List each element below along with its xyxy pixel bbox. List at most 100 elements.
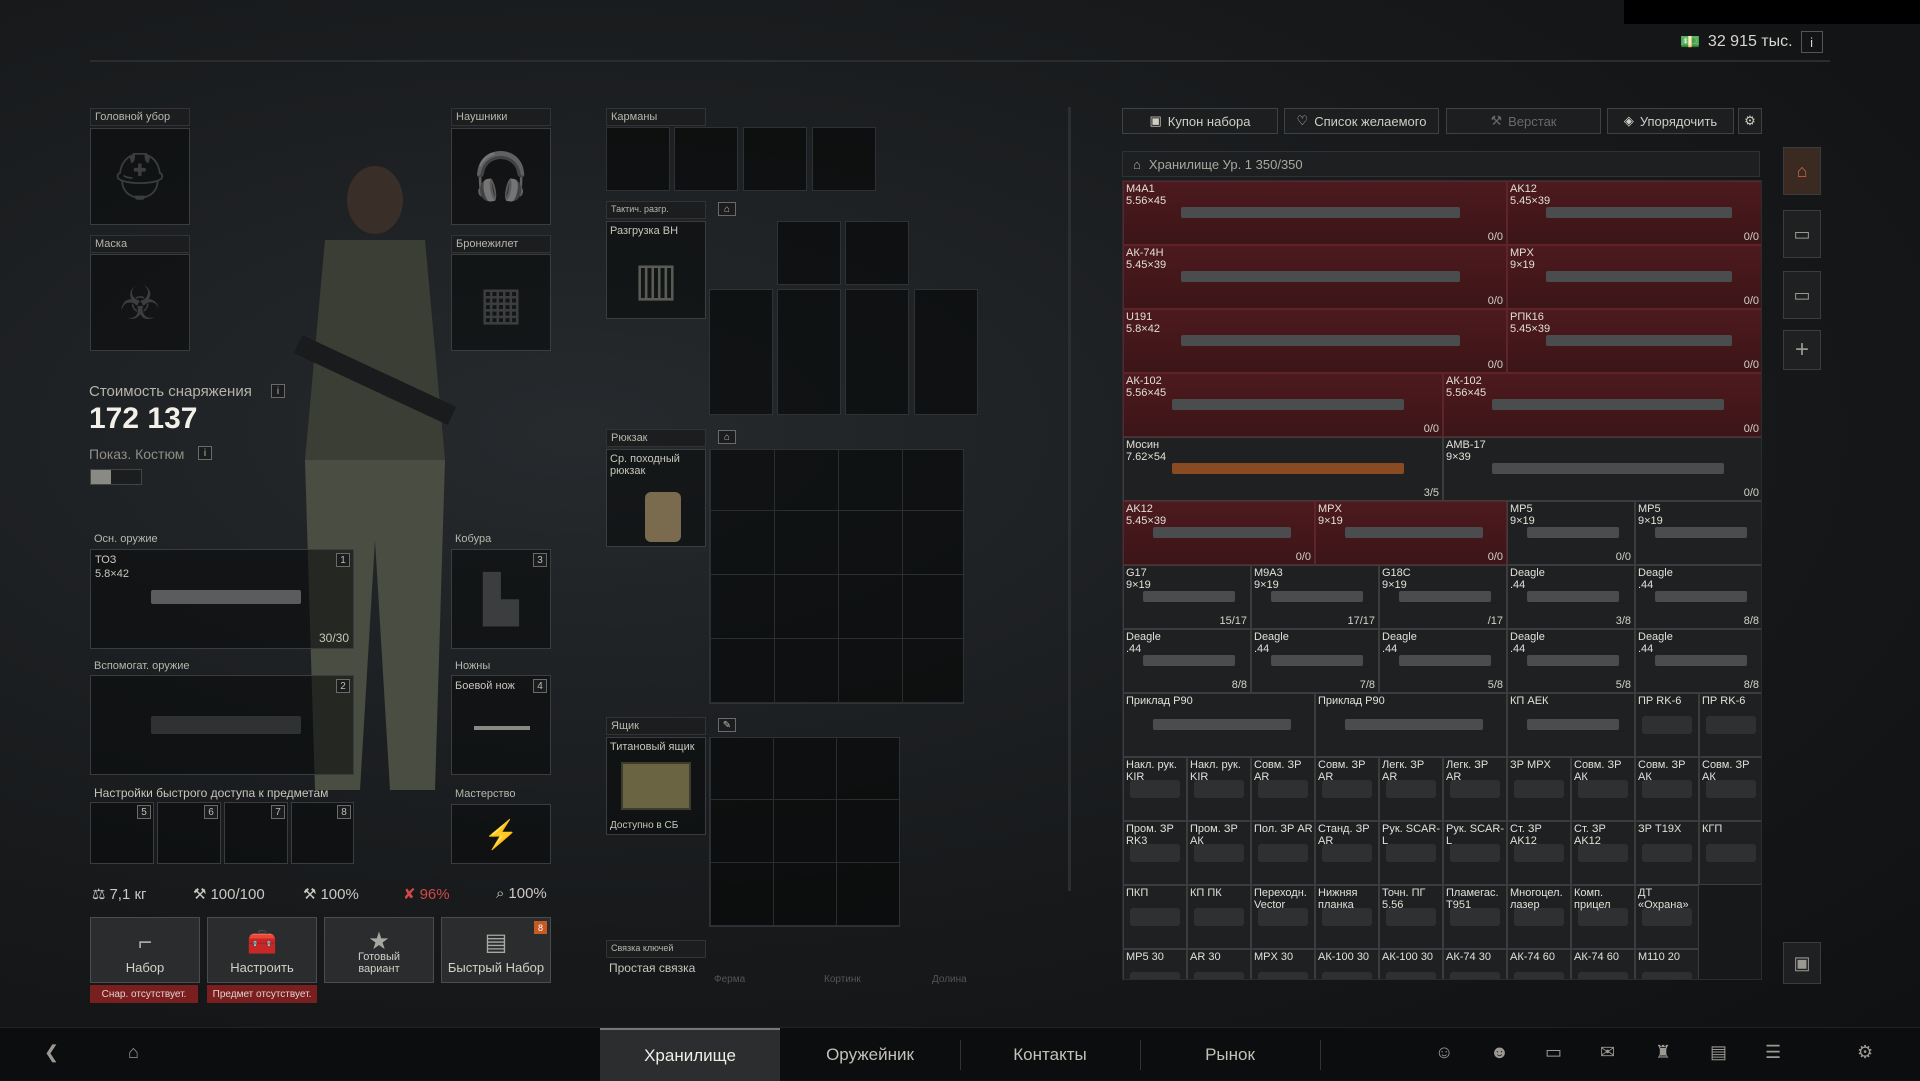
stash-item[interactable]: Переходн. Vector [1251, 885, 1315, 949]
stash-item[interactable]: Совм. ЗР AR [1251, 757, 1315, 821]
stash-item[interactable]: AMB-17 9×39 0/0 [1443, 437, 1761, 501]
stash-item[interactable]: Рук. SCAR- L [1443, 821, 1507, 885]
stash-item[interactable]: Накл. рук. KIR [1187, 757, 1251, 821]
stash-item[interactable]: M9A3 9×19 17/17 [1251, 565, 1379, 629]
stash-bottom-button[interactable]: ▣ [1783, 942, 1821, 984]
stash-item[interactable]: АК-102 5.56×45 0/0 [1443, 373, 1761, 437]
home-icon[interactable]: ⌂ [128, 1042, 139, 1063]
stash-item[interactable]: MPX 9×19 0/0 [1507, 245, 1761, 309]
rig-cell[interactable] [709, 289, 773, 415]
stash-item[interactable]: Станд. ЗР AR [1315, 821, 1379, 885]
key-slot-3[interactable]: Долина [932, 974, 967, 985]
stash-item[interactable]: АК-74 60 [1571, 949, 1635, 979]
stash-item[interactable]: U191 5.8×42 0/0 [1123, 309, 1507, 373]
costume-toggle[interactable] [90, 469, 142, 485]
stash-item[interactable]: КП АЕК [1507, 693, 1635, 757]
secondary-weapon-slot[interactable]: 2 [90, 675, 354, 775]
costume-info-icon[interactable]: i [198, 446, 212, 460]
stash-item[interactable]: АК-100 30 [1315, 949, 1379, 979]
tasks-icon[interactable]: ☰ [1765, 1042, 1781, 1063]
stash-item[interactable]: M110 20 [1635, 949, 1699, 979]
headset-slot[interactable]: 🎧 [451, 128, 551, 225]
stash-item[interactable]: АК-74 60 [1507, 949, 1571, 979]
stash-item[interactable]: Совм. ЗР AR [1315, 757, 1379, 821]
stash-item[interactable]: Легк. ЗР AR [1379, 757, 1443, 821]
primary-weapon-slot[interactable]: ТОЗ 5.8×42 1 30/30 [90, 549, 354, 649]
quick-slot-7[interactable]: 7 [224, 802, 288, 864]
stash-item[interactable]: Совм. ЗР АК [1635, 757, 1699, 821]
stash-item[interactable]: Комп. прицел [1571, 885, 1635, 949]
stash-item[interactable]: MP5 30 [1123, 949, 1187, 979]
chat-icon[interactable]: ▭ [1545, 1042, 1562, 1063]
stash-item[interactable]: Deagle .44 8/8 [1635, 629, 1761, 693]
stash-item[interactable]: MP5 9×19 0/0 [1507, 501, 1635, 565]
quick-loadout-button[interactable]: ▤ Быстрый Набор 8 [441, 917, 551, 983]
stash-item[interactable]: ПР RK-6 [1635, 693, 1699, 757]
workbench-button[interactable]: ⚒ Верстак [1446, 108, 1601, 134]
mail-icon[interactable]: ✉ [1600, 1042, 1615, 1063]
profile-icon[interactable]: ☻ [1490, 1042, 1509, 1063]
stash-item[interactable]: AK12 5.45×39 0/0 [1123, 501, 1315, 565]
stash-item[interactable]: КП ПК [1187, 885, 1251, 949]
stash-item[interactable]: Пром. ЗР RK3 [1123, 821, 1187, 885]
stash-tab-2[interactable]: ▭ [1783, 210, 1821, 258]
stash-item[interactable]: КГП [1699, 821, 1761, 885]
rig-lock-icon[interactable]: ⌂ [718, 202, 736, 216]
stash-item[interactable]: Пром. ЗР АК [1187, 821, 1251, 885]
notes-icon[interactable]: ▤ [1710, 1042, 1727, 1063]
settings-icon[interactable]: ⚙ [1857, 1042, 1873, 1063]
mastery-button[interactable]: ⚡ [451, 804, 551, 864]
stash-item[interactable]: АК-74 30 [1443, 949, 1507, 979]
rig-slot[interactable]: Разгрузка ВН ▥ [606, 221, 706, 319]
kit-coupon-button[interactable]: ▣ Купон набора [1122, 108, 1278, 134]
wishlist-button[interactable]: ♡ Список желаемого [1284, 108, 1439, 134]
stash-item[interactable]: Рук. SCAR- L [1379, 821, 1443, 885]
value-info-icon[interactable]: i [271, 384, 285, 398]
friends-icon[interactable]: ☺ [1435, 1042, 1453, 1063]
stash-item[interactable]: Deagle .44 5/8 [1507, 629, 1635, 693]
tab-armory[interactable]: Оружейник [780, 1028, 960, 1081]
stash-item[interactable]: АК-102 5.56×45 0/0 [1123, 373, 1443, 437]
stash-item[interactable]: Deagle .44 5/8 [1379, 629, 1507, 693]
stash-item[interactable]: Многоцел. лазер [1507, 885, 1571, 949]
mask-slot[interactable]: ☣ [90, 254, 190, 351]
stash-item[interactable]: Совм. ЗР АК [1571, 757, 1635, 821]
stash-item[interactable]: РПК16 5.45×39 0/0 [1507, 309, 1761, 373]
holster-slot[interactable]: 3 ▙ [451, 549, 551, 649]
stash-item[interactable]: ДТ «Охрана» [1635, 885, 1699, 949]
quick-slot-8[interactable]: 8 [291, 802, 354, 864]
stash-item[interactable]: Пол. ЗР AR [1251, 821, 1315, 885]
stash-item[interactable]: Пламегас. T951 [1443, 885, 1507, 949]
rig-cell[interactable] [777, 221, 841, 285]
backpack-slot[interactable]: Ср. походный рюкзак [606, 449, 706, 547]
stash-item[interactable]: Точн. ПГ 5.56 [1379, 885, 1443, 949]
pocket-slot[interactable] [812, 127, 876, 191]
preset-button[interactable]: ★ Готовый вариант [324, 917, 434, 983]
stash-item[interactable]: Deagle .44 8/8 [1635, 565, 1761, 629]
key-slot-1[interactable]: Ферма [714, 974, 745, 985]
headwear-slot[interactable]: ⛑ [90, 128, 190, 225]
case-pin-icon[interactable]: ✎ [718, 718, 736, 732]
stash-item[interactable]: Deagle .44 7/8 [1251, 629, 1379, 693]
quick-slot-5[interactable]: 5 [90, 802, 154, 864]
stash-item[interactable]: MPX 9×19 0/0 [1315, 501, 1507, 565]
quick-slot-6[interactable]: 6 [157, 802, 221, 864]
stash-item[interactable]: Мосин 7.62×54 3/5 [1123, 437, 1443, 501]
settings-icon[interactable]: ⚙ [1738, 108, 1762, 134]
stash-item[interactable]: ЗР MPX [1507, 757, 1571, 821]
stash-grid[interactable]: M4A1 5.56×45 0/0 AK12 5.45×39 0/0 АК-74Н 5.4… [1122, 180, 1762, 980]
stash-item[interactable]: ПР RK-6 [1699, 693, 1761, 757]
stash-item[interactable]: Приклад P90 [1315, 693, 1507, 757]
stash-item[interactable]: Deagle .44 8/8 [1123, 629, 1251, 693]
rig-cell[interactable] [845, 289, 909, 415]
stash-item[interactable]: G17 9×19 15/17 [1123, 565, 1251, 629]
stash-item[interactable]: Deagle .44 3/8 [1507, 565, 1635, 629]
loadout-button[interactable]: ⌐ Набор [90, 917, 200, 983]
trophy-icon[interactable]: ♜ [1655, 1042, 1671, 1063]
backpack-grid[interactable] [709, 449, 964, 704]
stash-item[interactable]: MP5 9×19 [1635, 501, 1761, 565]
stash-item[interactable]: Ст. ЗР AK12 [1507, 821, 1571, 885]
stash-item[interactable]: Ст. ЗР AK12 [1571, 821, 1635, 885]
stash-item[interactable]: Приклад P90 [1123, 693, 1315, 757]
tab-contacts[interactable]: Контакты [960, 1028, 1140, 1081]
